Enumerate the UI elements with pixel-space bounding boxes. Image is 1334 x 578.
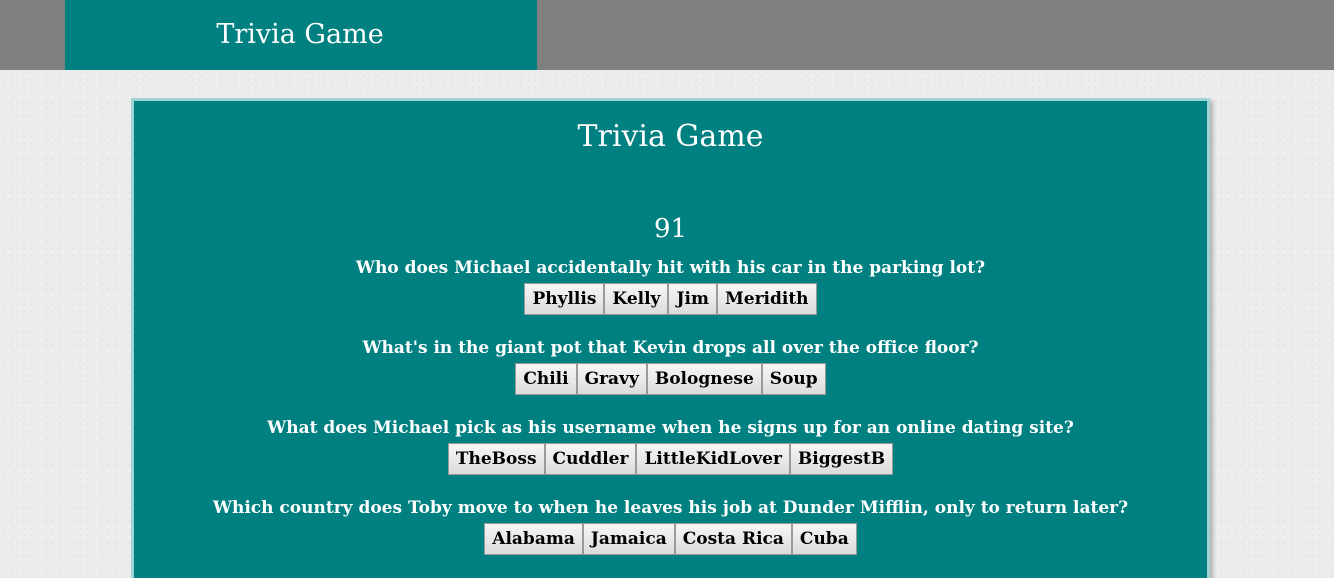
answer-button[interactable]: Costa Rica [674,523,792,555]
answer-button[interactable]: Gravy [576,363,647,395]
answer-button[interactable]: Soup [761,363,826,395]
answer-button[interactable]: Bolognese [646,363,762,395]
answer-button[interactable]: BiggestB [789,443,894,475]
question-text: What does Michael pick as his username w… [267,418,1074,438]
question-text: Who does Michael accidentally hit with h… [355,258,986,278]
answer-button[interactable]: LittleKidLover [636,443,790,475]
answer-button[interactable]: Meridith [716,283,817,315]
countdown-timer: 91 [653,214,688,244]
answer-button[interactable]: Alabama [484,523,583,555]
answer-group: Chili Gravy Bolognese Soup [515,363,826,395]
question-block-1: Who does Michael accidentally hit with h… [134,257,1207,315]
question-block-3: What does Michael pick as his username w… [134,417,1207,475]
game-title: Trivia Game [577,119,764,154]
answer-group: Phyllis Kelly Jim Meridith [524,283,817,315]
answer-button[interactable]: Jim [668,283,717,315]
question-block-4: Which country does Toby move to when he … [134,497,1207,555]
question-text: What's in the giant pot that Kevin drops… [362,338,979,358]
answer-button[interactable]: Kelly [604,283,669,315]
brand-title[interactable]: Trivia Game [65,0,537,70]
answer-group: Alabama Jamaica Costa Rica Cuba [484,523,857,555]
answer-button[interactable]: Cuba [791,523,857,555]
answer-button[interactable]: TheBoss [447,443,545,475]
answer-button[interactable]: Cuddler [544,443,637,475]
answer-button[interactable]: Phyllis [524,283,605,315]
answer-group: TheBoss Cuddler LittleKidLover BiggestB [447,443,894,475]
answer-button[interactable]: Chili [515,363,577,395]
trivia-card: Trivia Game 91 Who does Michael accident… [131,98,1210,578]
top-navbar: Trivia Game [0,0,1334,70]
question-block-2: What's in the giant pot that Kevin drops… [134,337,1207,395]
question-text: Which country does Toby move to when he … [212,498,1129,518]
answer-button[interactable]: Jamaica [582,523,675,555]
